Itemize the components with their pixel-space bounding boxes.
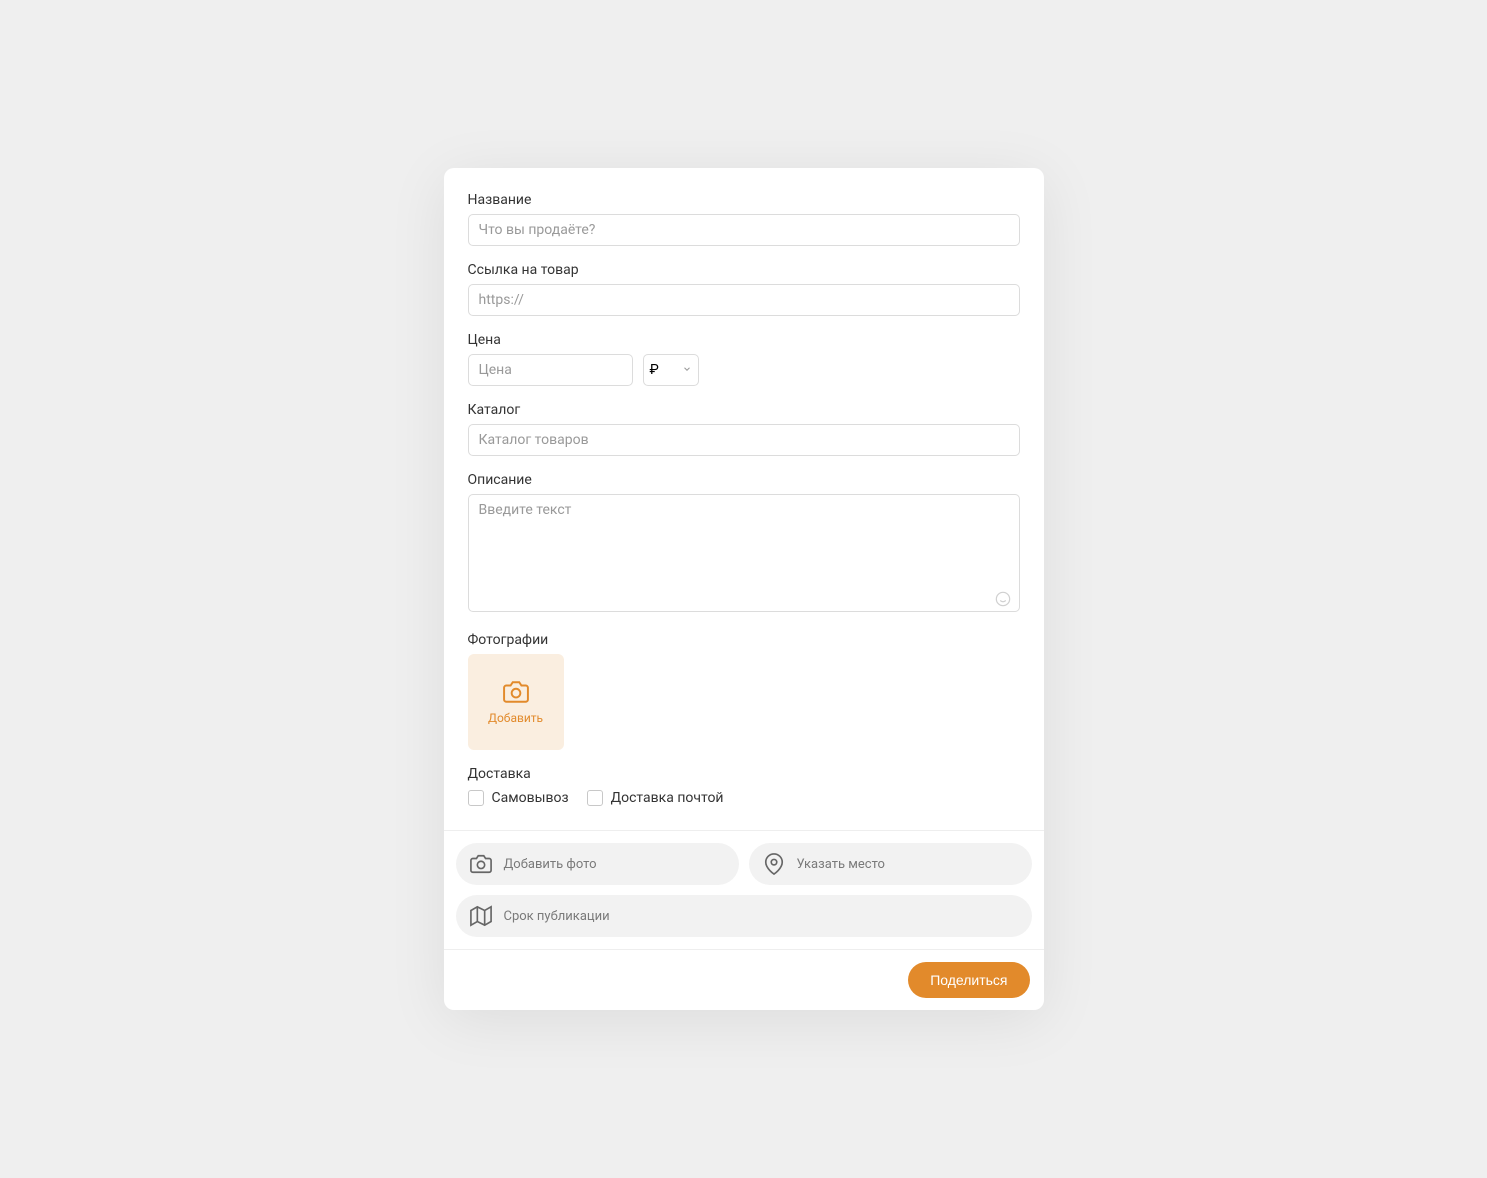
name-input[interactable]	[468, 214, 1020, 246]
add-photo-chip[interactable]: Добавить фото	[456, 843, 739, 885]
emoji-button[interactable]	[994, 590, 1012, 608]
checkbox-box	[587, 790, 603, 806]
price-field: Цена ₽	[468, 332, 1020, 386]
delivery-field: Доставка Самовывоз Доставка почтой	[468, 766, 1020, 806]
postal-checkbox[interactable]: Доставка почтой	[587, 790, 724, 806]
catalog-field: Каталог Каталог товаров	[468, 402, 1020, 456]
description-wrap	[468, 494, 1020, 616]
link-input[interactable]	[468, 284, 1020, 316]
description-label: Описание	[468, 472, 1020, 488]
photos-field: Фотографии Добавить	[468, 632, 1020, 750]
postal-label: Доставка почтой	[611, 790, 724, 806]
name-field: Название	[468, 192, 1020, 246]
price-input[interactable]	[468, 354, 633, 386]
form-footer: Поделиться	[444, 949, 1044, 1010]
add-photo-label: Добавить	[488, 711, 543, 725]
add-photo-button[interactable]: Добавить	[468, 654, 564, 750]
pickup-label: Самовывоз	[492, 790, 569, 806]
camera-icon	[503, 679, 529, 705]
camera-icon	[470, 853, 492, 875]
catalog-select[interactable]: Каталог товаров	[468, 424, 1020, 456]
delivery-label: Доставка	[468, 766, 1020, 782]
price-row: ₽	[468, 354, 1020, 386]
description-field: Описание	[468, 472, 1020, 616]
link-field: Ссылка на товар	[468, 262, 1020, 316]
description-input[interactable]	[468, 494, 1020, 612]
delivery-options: Самовывоз Доставка почтой	[468, 790, 1020, 806]
schedule-chip[interactable]: Срок публикации	[456, 895, 1032, 937]
link-label: Ссылка на товар	[468, 262, 1020, 278]
price-label: Цена	[468, 332, 1020, 348]
schedule-chip-label: Срок публикации	[504, 909, 610, 924]
currency-value: ₽	[650, 362, 659, 378]
actions-bar: Добавить фото Указать место Срок публика…	[444, 830, 1044, 949]
location-chip[interactable]: Указать место	[749, 843, 1032, 885]
submit-button[interactable]: Поделиться	[908, 962, 1029, 998]
name-label: Название	[468, 192, 1020, 208]
add-photo-chip-label: Добавить фото	[504, 857, 597, 872]
product-form-card: Название Ссылка на товар Цена ₽ Каталог	[444, 168, 1044, 1010]
checkbox-box	[468, 790, 484, 806]
map-pin-icon	[763, 853, 785, 875]
photos-label: Фотографии	[468, 632, 1020, 648]
pickup-checkbox[interactable]: Самовывоз	[468, 790, 569, 806]
smile-icon	[995, 591, 1011, 607]
catalog-placeholder: Каталог товаров	[479, 432, 589, 448]
form-body: Название Ссылка на товар Цена ₽ Каталог	[444, 168, 1044, 830]
location-chip-label: Указать место	[797, 857, 885, 872]
map-icon	[470, 905, 492, 927]
chevron-down-icon	[682, 364, 692, 377]
currency-select[interactable]: ₽	[643, 354, 699, 386]
catalog-label: Каталог	[468, 402, 1020, 418]
